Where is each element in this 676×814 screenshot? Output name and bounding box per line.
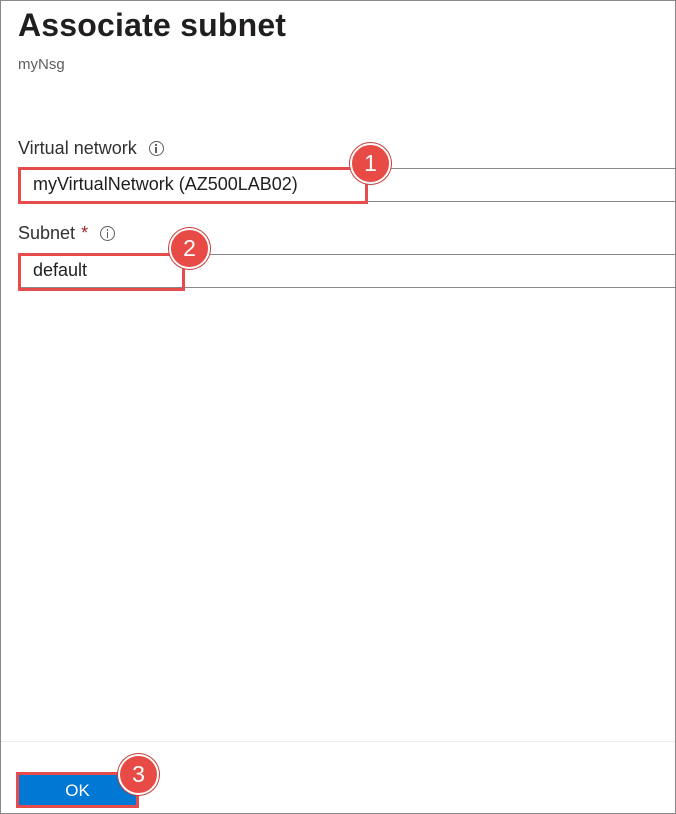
info-icon[interactable]: [148, 141, 164, 156]
associate-subnet-panel: Associate subnet myNsg Virtual network m…: [0, 0, 676, 814]
virtual-network-value: myVirtualNetwork (AZ500LAB02): [33, 174, 298, 194]
step-badge-1: 1: [350, 143, 391, 184]
footer-divider: [1, 741, 675, 742]
subnet-label-row: Subnet *: [18, 223, 116, 244]
subnet-select[interactable]: default: [18, 254, 675, 288]
virtual-network-label-row: Virtual network: [18, 138, 164, 159]
virtual-network-select[interactable]: myVirtualNetwork (AZ500LAB02): [18, 168, 675, 202]
step-badge-3: 3: [118, 754, 159, 795]
panel-title: Associate subnet: [18, 7, 287, 43]
panel-subtitle: myNsg: [18, 56, 65, 73]
subnet-value: default: [33, 260, 88, 280]
info-icon[interactable]: [100, 226, 116, 241]
subnet-label: Subnet: [18, 223, 76, 243]
virtual-network-label: Virtual network: [18, 138, 137, 158]
required-marker: *: [81, 223, 89, 243]
step-badge-2: 2: [169, 228, 210, 269]
